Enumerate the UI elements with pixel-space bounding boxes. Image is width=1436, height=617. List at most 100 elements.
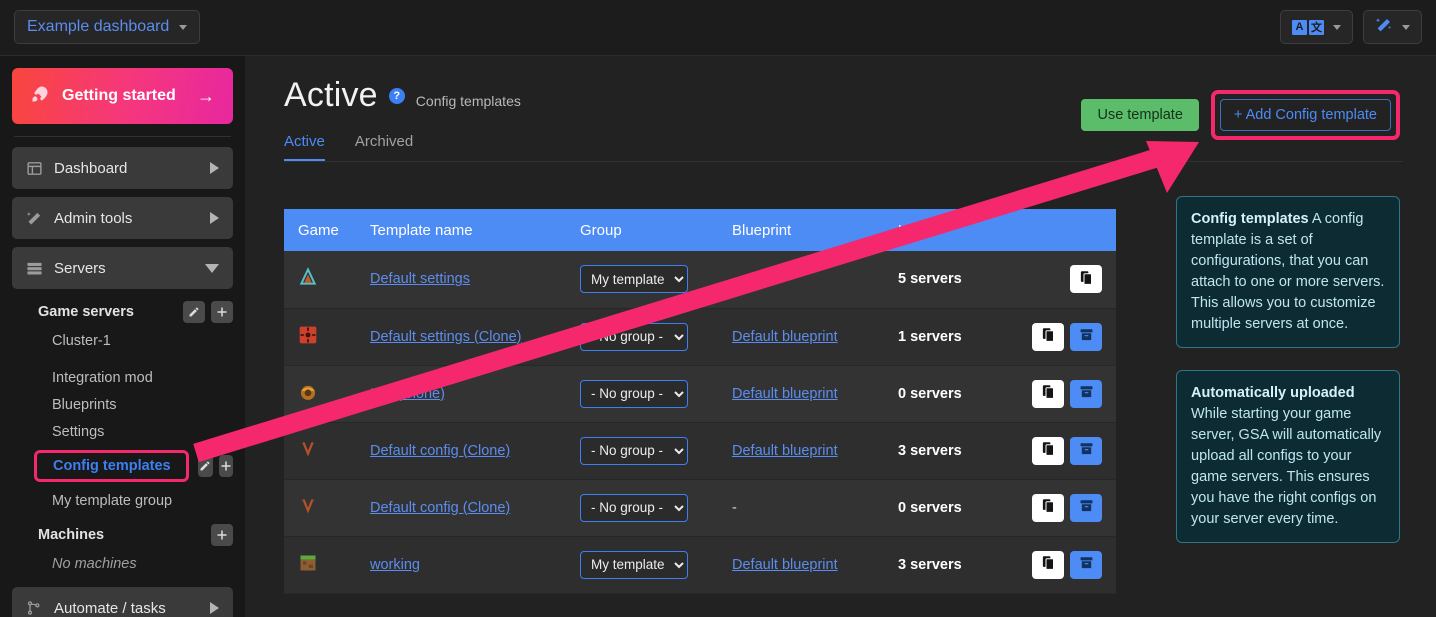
- cell-template-name: working: [356, 536, 566, 593]
- duplicate-template-button[interactable]: [1032, 550, 1064, 579]
- sidebar-item-blueprints[interactable]: Blueprints: [12, 391, 233, 418]
- cell-blueprint: -: [718, 251, 884, 308]
- table-row: Default config (Clone) My template- No gr…: [284, 479, 1116, 536]
- column-header-template-name[interactable]: Template name: [356, 209, 566, 251]
- archive-template-button[interactable]: [1070, 322, 1102, 351]
- cell-group: My template- No group -: [566, 422, 718, 479]
- cell-blueprint: -: [718, 479, 884, 536]
- sidebar-machines-empty: No machines: [12, 550, 233, 577]
- duplicate-template-button[interactable]: [1032, 379, 1064, 408]
- template-name-link[interactable]: Default settings (Clone): [370, 329, 522, 345]
- chevron-down-icon: [205, 263, 219, 273]
- duplicate-template-button[interactable]: [1070, 265, 1102, 294]
- valheim-icon: [298, 498, 318, 520]
- translate-icon-latin: A: [1292, 19, 1307, 35]
- template-name-link[interactable]: Default settings: [370, 271, 470, 287]
- tab-active-label: Active: [284, 133, 325, 150]
- cell-used: 0 servers: [884, 365, 1014, 422]
- magic-wand-icon: [26, 210, 50, 227]
- column-header-game[interactable]: Game: [284, 209, 356, 251]
- language-button[interactable]: A 文: [1280, 10, 1353, 44]
- cell-group: My template- No group -: [566, 536, 718, 593]
- tab-archived[interactable]: Archived: [355, 133, 413, 161]
- sidebar-group-machines-label: Machines: [38, 527, 105, 543]
- config-templates-highlight: Config templates: [34, 450, 189, 482]
- pencil-icon[interactable]: [198, 455, 213, 477]
- column-header-used[interactable]: Used: [884, 209, 1014, 251]
- info-card-automatically-uploaded-body: While starting your game server, GSA wil…: [1191, 406, 1382, 527]
- sidebar-item-dashboard[interactable]: Dashboard: [12, 147, 233, 189]
- table-body: Default settings My template- No group - -…: [284, 251, 1116, 593]
- cell-actions: [1014, 251, 1116, 308]
- archive-template-button[interactable]: [1070, 379, 1102, 408]
- used-count: 0 servers: [898, 385, 962, 402]
- cell-blueprint: Default blueprint: [718, 365, 884, 422]
- template-name-link[interactable]: test (Clone): [370, 386, 445, 402]
- info-card-config-templates-body: A config template is a set of configurat…: [1191, 211, 1385, 332]
- group-select[interactable]: My template- No group -: [580, 436, 688, 465]
- sidebar-item-integration-mod[interactable]: Integration mod: [12, 364, 233, 391]
- sidebar-item-config-templates[interactable]: Config templates: [37, 454, 180, 478]
- chevron-right-icon: [210, 602, 219, 614]
- sidebar-item-admin-tools[interactable]: Admin tools: [12, 197, 233, 239]
- sidebar: Getting started → Dashboard Admin tools: [0, 56, 245, 617]
- group-select[interactable]: My template- No group -: [580, 322, 688, 351]
- column-header-group[interactable]: Group: [566, 209, 718, 251]
- arrow-right-icon: →: [197, 85, 215, 106]
- sidebar-item-cluster-1[interactable]: Cluster-1: [12, 327, 233, 354]
- group-select[interactable]: My template- No group -: [580, 379, 688, 408]
- template-name-link[interactable]: Default config (Clone): [370, 443, 510, 459]
- duplicate-template-button[interactable]: [1032, 322, 1064, 351]
- use-template-button[interactable]: Use template: [1081, 99, 1199, 131]
- dashboard-selector[interactable]: Example dashboard: [14, 10, 201, 44]
- sidebar-item-servers[interactable]: Servers: [12, 247, 233, 289]
- archive-icon: [1079, 441, 1094, 460]
- group-select[interactable]: My template- No group -: [580, 265, 688, 294]
- group-select[interactable]: My template- No group -: [580, 550, 688, 579]
- archive-icon: [1079, 555, 1094, 574]
- duplicate-template-button[interactable]: [1032, 493, 1064, 522]
- template-name-link[interactable]: Default config (Clone): [370, 500, 510, 516]
- copy-icon: [1041, 327, 1056, 346]
- plus-icon[interactable]: [211, 301, 233, 323]
- rocket-icon: [30, 84, 50, 109]
- duplicate-template-button[interactable]: [1032, 436, 1064, 465]
- archive-template-button[interactable]: [1070, 493, 1102, 522]
- archive-template-button[interactable]: [1070, 550, 1102, 579]
- blueprint-link[interactable]: Default blueprint: [732, 557, 838, 573]
- grid-icon: [26, 160, 50, 177]
- magic-tools-button[interactable]: [1363, 10, 1422, 44]
- group-select[interactable]: My template- No group -: [580, 493, 688, 522]
- table-row: Default settings My template- No group - -…: [284, 251, 1116, 308]
- column-header-blueprint[interactable]: Blueprint: [718, 209, 884, 251]
- sidebar-item-settings[interactable]: Settings: [12, 418, 233, 445]
- row-action-buttons: [1028, 379, 1102, 408]
- page-header: Active ? Config templates: [284, 76, 521, 115]
- blueprint-link[interactable]: Default blueprint: [732, 386, 838, 402]
- copy-icon: [1041, 555, 1056, 574]
- page-subtitle: Config templates: [415, 93, 521, 109]
- sidebar-item-my-template-group[interactable]: My template group: [12, 487, 233, 514]
- cell-actions: [1014, 422, 1116, 479]
- help-icon[interactable]: ?: [388, 87, 405, 104]
- cell-game: [284, 536, 356, 593]
- pencil-icon[interactable]: [183, 301, 205, 323]
- getting-started-button[interactable]: Getting started →: [12, 68, 233, 124]
- chevron-down-icon: [1402, 24, 1410, 30]
- plus-icon[interactable]: [218, 455, 233, 477]
- table-row: Default config (Clone) My template- No gr…: [284, 422, 1116, 479]
- plus-icon[interactable]: [211, 524, 233, 546]
- tab-active[interactable]: Active: [284, 133, 325, 161]
- add-config-template-button[interactable]: + Add Config template: [1219, 99, 1391, 131]
- blueprint-empty: -: [732, 271, 737, 288]
- sidebar-row-config-templates: Config templates: [12, 448, 233, 484]
- template-name-link[interactable]: working: [370, 557, 420, 573]
- tab-bar-rule: [284, 161, 1403, 162]
- blueprint-link[interactable]: Default blueprint: [732, 329, 838, 345]
- archive-template-button[interactable]: [1070, 436, 1102, 465]
- blueprint-link[interactable]: Default blueprint: [732, 443, 838, 459]
- chevron-right-icon: [210, 162, 219, 174]
- sidebar-item-automate-tasks[interactable]: Automate / tasks: [12, 587, 233, 617]
- getting-started-label: Getting started: [62, 87, 176, 104]
- sidebar-item-servers-label: Servers: [54, 259, 106, 277]
